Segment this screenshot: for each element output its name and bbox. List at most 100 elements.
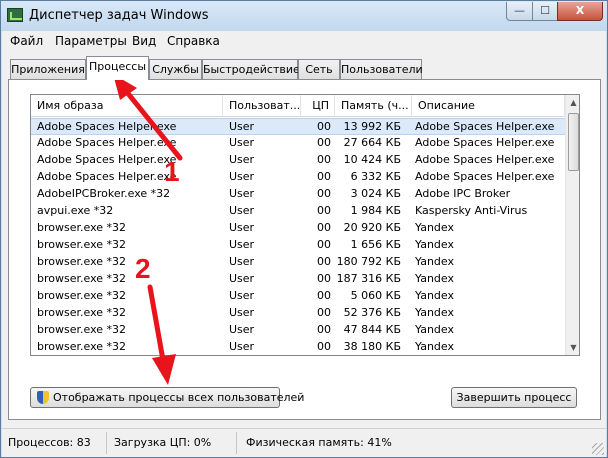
process-description: Yandex <box>415 221 454 234</box>
vertical-scrollbar[interactable]: ▲ ▼ <box>565 95 579 355</box>
process-memory: 20 920 КБ <box>343 221 401 234</box>
menu-view[interactable]: Вид <box>132 34 156 48</box>
process-description: Yandex <box>415 306 454 319</box>
list-header: Имя образа Пользоват... ЦП Память (ч... … <box>31 95 565 117</box>
client-area: Приложения Процессы Службы Быстродействи… <box>2 52 606 428</box>
column-header-memory[interactable]: Память (ч... <box>335 95 412 117</box>
process-user: User <box>229 204 255 217</box>
process-description: Yandex <box>415 289 454 302</box>
process-memory: 13 992 КБ <box>343 120 401 133</box>
process-row[interactable]: browser.exe *32 User 00 1 656 КБ Yandex <box>31 237 565 254</box>
process-user: User <box>229 136 255 149</box>
process-name: browser.exe *32 <box>37 323 127 336</box>
process-name: Adobe Spaces Helper.exe <box>37 136 177 149</box>
process-row[interactable]: Adobe Spaces Helper.exe User 00 6 332 КБ Ado… <box>31 169 565 186</box>
process-cpu: 00 <box>317 323 331 336</box>
process-cpu: 00 <box>317 120 331 133</box>
process-row[interactable]: browser.exe *32 User 00 187 316 КБ Yandex <box>31 271 565 288</box>
process-row[interactable]: Adobe Spaces Helper.exe User 00 13 992 КБ Ad… <box>31 118 565 135</box>
annotation-number-2: 2 <box>135 253 151 284</box>
process-memory: 1 656 КБ <box>350 238 401 251</box>
resize-grip-icon[interactable] <box>592 443 604 455</box>
process-name: browser.exe *32 <box>37 306 127 319</box>
process-user: User <box>229 306 255 319</box>
process-description: Yandex <box>415 323 454 336</box>
tab-processes[interactable]: Процессы <box>86 56 149 80</box>
column-header-description[interactable]: Описание <box>412 95 565 117</box>
task-manager-window: Диспетчер задач Windows — ☐ X Файл Парам… <box>0 0 608 458</box>
process-cpu: 00 <box>317 136 331 149</box>
process-memory: 3 024 КБ <box>350 187 401 200</box>
process-user: User <box>229 238 255 251</box>
maximize-button[interactable]: ☐ <box>532 2 558 21</box>
process-description: Yandex <box>415 238 454 251</box>
tab-applications[interactable]: Приложения <box>10 59 86 79</box>
show-all-users-button[interactable]: Отображать процессы всех пользователей <box>30 387 304 408</box>
process-name: Adobe Spaces Helper.exe <box>37 170 177 183</box>
process-row[interactable]: Adobe Spaces Helper.exe User 00 10 424 КБ Ad… <box>31 152 565 169</box>
process-user: User <box>229 153 255 166</box>
column-header-name[interactable]: Имя образа <box>31 95 223 117</box>
process-row[interactable]: Adobe Spaces Helper.exe User 00 27 664 КБ Ad… <box>31 135 565 152</box>
process-memory: 187 316 КБ <box>336 272 401 285</box>
process-cpu: 00 <box>317 153 331 166</box>
process-name: Adobe Spaces Helper.exe <box>37 120 177 133</box>
process-row[interactable]: browser.exe *32 User 00 52 376 КБ Yandex <box>31 305 565 322</box>
tab-performance[interactable]: Быстродействие <box>202 59 300 79</box>
process-row[interactable]: browser.exe *32 User 00 20 920 КБ Yandex <box>31 220 565 237</box>
process-cpu: 00 <box>317 170 331 183</box>
process-cpu: 00 <box>317 272 331 285</box>
process-row[interactable]: browser.exe *32 User 00 180 792 КБ Yandex <box>31 254 565 271</box>
status-cpu-usage: Загрузка ЦП: 0% <box>114 436 212 449</box>
window-title: Диспетчер задач Windows <box>29 8 209 23</box>
process-description: Adobe Spaces Helper.exe <box>415 170 555 183</box>
process-description: Adobe Spaces Helper.exe <box>415 153 555 166</box>
process-memory: 6 332 КБ <box>350 170 401 183</box>
process-name: browser.exe *32 <box>37 289 127 302</box>
status-separator <box>236 432 237 454</box>
process-user: User <box>229 323 255 336</box>
process-memory: 1 984 КБ <box>350 204 401 217</box>
process-memory: 10 424 КБ <box>343 153 401 166</box>
process-user: User <box>229 170 255 183</box>
column-header-user[interactable]: Пользоват... <box>223 95 301 117</box>
process-name: Adobe Spaces Helper.exe <box>37 153 177 166</box>
status-bar: Процессов: 83 Загрузка ЦП: 0% Физическая… <box>2 428 606 457</box>
title-bar[interactable]: Диспетчер задач Windows — ☐ X <box>1 1 607 31</box>
process-row[interactable]: browser.exe *32 User 00 5 060 КБ Yandex <box>31 288 565 305</box>
process-name: browser.exe *32 <box>37 255 127 268</box>
end-process-button[interactable]: Завершить процесс <box>451 387 577 408</box>
status-separator <box>106 432 107 454</box>
process-list[interactable]: Имя образа Пользоват... ЦП Память (ч... … <box>30 94 580 356</box>
tab-users[interactable]: Пользователи <box>340 59 423 79</box>
process-row[interactable]: browser.exe *32 User 00 47 844 КБ Yandex <box>31 322 565 339</box>
column-header-cpu[interactable]: ЦП <box>301 95 335 117</box>
uac-shield-icon <box>37 391 49 404</box>
tab-services[interactable]: Службы <box>149 59 202 79</box>
process-name: browser.exe *32 <box>37 272 127 285</box>
process-description: Adobe Spaces Helper.exe <box>415 136 555 149</box>
menu-options[interactable]: Параметры <box>55 34 127 48</box>
close-button[interactable]: X <box>557 2 603 21</box>
menu-file[interactable]: Файл <box>10 34 43 48</box>
process-name: browser.exe *32 <box>37 238 127 251</box>
scroll-thumb[interactable] <box>568 113 579 171</box>
process-user: User <box>229 255 255 268</box>
menu-help[interactable]: Справка <box>167 34 220 48</box>
process-description: Adobe IPC Broker <box>415 187 511 200</box>
process-user: User <box>229 120 255 133</box>
process-cpu: 00 <box>317 221 331 234</box>
minimize-button[interactable]: — <box>506 2 533 21</box>
scroll-up-icon[interactable]: ▲ <box>566 95 579 110</box>
tab-network[interactable]: Сеть <box>298 59 340 79</box>
process-description: Yandex <box>415 340 454 353</box>
process-memory: 38 180 КБ <box>343 340 401 353</box>
scroll-down-icon[interactable]: ▼ <box>566 340 579 355</box>
process-memory: 180 792 КБ <box>336 255 401 268</box>
process-row[interactable]: browser.exe *32 User 00 38 180 КБ Yandex <box>31 339 565 355</box>
process-row[interactable]: AdobeIPCBroker.exe *32 User 00 3 024 КБ Adob… <box>31 186 565 203</box>
process-cpu: 00 <box>317 255 331 268</box>
process-row[interactable]: avpui.exe *32 User 00 1 984 КБ Kaspersky Ant… <box>31 203 565 220</box>
process-memory: 27 664 КБ <box>343 136 401 149</box>
process-cpu: 00 <box>317 340 331 353</box>
